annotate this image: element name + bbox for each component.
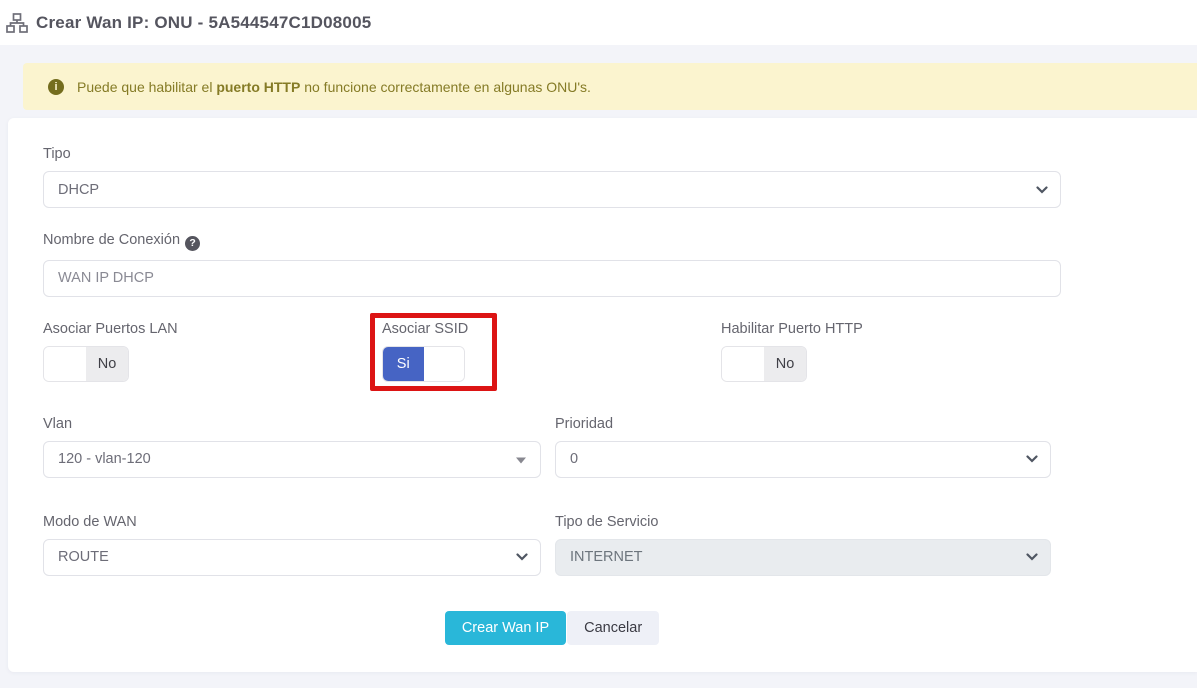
chevron-down-icon (1026, 553, 1038, 561)
cancelar-button[interactable]: Cancelar (567, 611, 659, 645)
asociar-ssid-group: Asociar SSID Si (382, 321, 721, 382)
vlan-group: Vlan 120 - vlan-120 (43, 416, 541, 478)
toggle-state-label: No (764, 347, 806, 381)
asociar-ssid-label: Asociar SSID (382, 321, 721, 337)
nombre-conexion-label: Nombre de Conexión? (43, 232, 1061, 251)
tipo-label: Tipo (43, 146, 1061, 162)
tipo-servicio-label: Tipo de Servicio (555, 514, 1051, 530)
nombre-conexion-input[interactable] (58, 270, 1046, 286)
vlan-select[interactable]: 120 - vlan-120 (43, 441, 541, 478)
asociar-ssid-toggle[interactable]: Si (382, 346, 465, 382)
prioridad-select[interactable]: 0 (555, 441, 1051, 478)
chevron-down-icon (1036, 186, 1048, 194)
chevron-down-icon (516, 553, 528, 561)
vlan-selected-value: 120 - vlan-120 (58, 451, 151, 467)
modo-wan-selected-value: ROUTE (58, 549, 109, 565)
tipo-servicio-select: INTERNET (555, 539, 1051, 576)
habilitar-puerto-http-label: Habilitar Puerto HTTP (721, 321, 1061, 337)
dropdown-triangle-icon (516, 458, 526, 464)
toggle-state-label: No (86, 347, 128, 381)
vlan-label: Vlan (43, 416, 541, 432)
prioridad-label: Prioridad (555, 416, 1051, 432)
tipo-servicio-group: Tipo de Servicio INTERNET (555, 514, 1051, 576)
chevron-down-icon (1026, 455, 1038, 463)
prioridad-group: Prioridad 0 (555, 416, 1051, 478)
question-circle-icon[interactable]: ? (185, 236, 200, 251)
crear-wan-ip-button[interactable]: Crear Wan IP (445, 611, 566, 645)
toggle-state-label: Si (383, 347, 424, 381)
asociar-puertos-lan-group: Asociar Puertos LAN No (43, 321, 382, 382)
modo-wan-select[interactable]: ROUTE (43, 539, 541, 576)
asociar-puertos-lan-label: Asociar Puertos LAN (43, 321, 382, 337)
tipo-select[interactable]: DHCP (43, 171, 1061, 208)
http-port-warning-alert: i Puede que habilitar el puerto HTTP no … (23, 63, 1197, 110)
sitemap-icon (6, 13, 28, 33)
create-wan-form-card: Tipo DHCP Nombre de Conexión? Asociar Pu… (8, 118, 1197, 672)
habilitar-puerto-http-toggle[interactable]: No (721, 346, 807, 382)
page-title: Crear Wan IP: ONU - 5A544547C1D08005 (36, 13, 371, 33)
modo-wan-group: Modo de WAN ROUTE (43, 514, 541, 576)
tipo-servicio-selected-value: INTERNET (570, 549, 643, 565)
modo-wan-label: Modo de WAN (43, 514, 541, 530)
asociar-puertos-lan-toggle[interactable]: No (43, 346, 129, 382)
nombre-conexion-field (43, 260, 1061, 297)
alert-text: Puede que habilitar el puerto HTTP no fu… (77, 79, 591, 95)
page-header: Crear Wan IP: ONU - 5A544547C1D08005 (0, 0, 1197, 45)
habilitar-puerto-http-group: Habilitar Puerto HTTP No (721, 321, 1061, 382)
info-circle-icon: i (48, 79, 64, 95)
tipo-selected-value: DHCP (58, 182, 99, 198)
prioridad-selected-value: 0 (570, 451, 578, 467)
